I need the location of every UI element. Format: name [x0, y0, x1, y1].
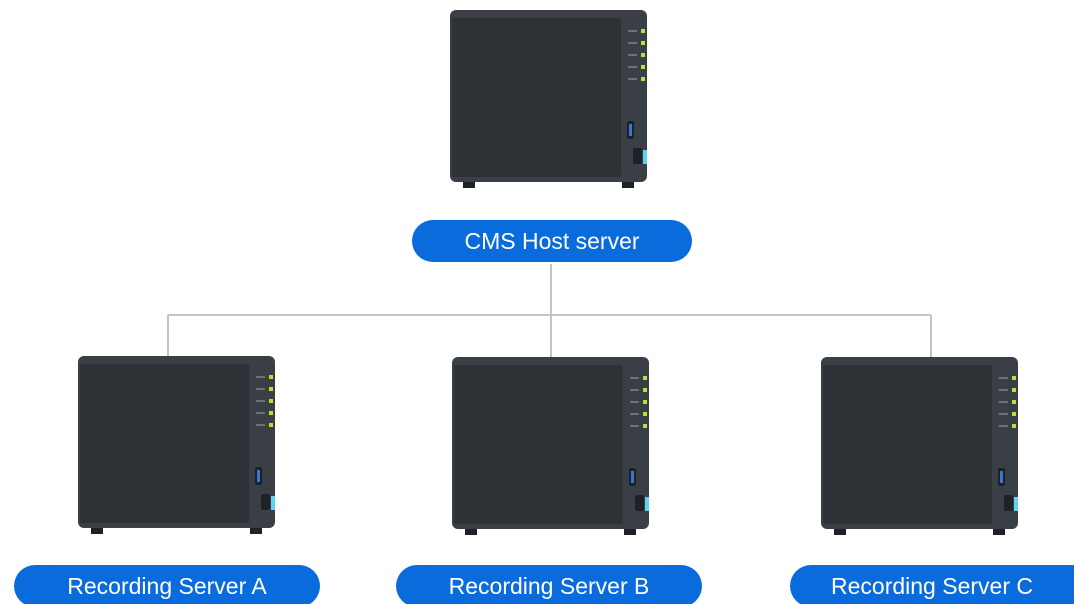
foot-left	[463, 182, 475, 188]
cms-host-server	[450, 10, 647, 190]
power-port	[633, 148, 642, 164]
host-label-pill: CMS Host server	[412, 220, 692, 262]
foot-left	[834, 529, 846, 535]
recording-server-a	[78, 356, 275, 536]
foot-right	[622, 182, 634, 188]
foot-left	[465, 529, 477, 535]
power-port	[1004, 495, 1013, 511]
recorder-label-pill-a: Recording Server A	[14, 565, 320, 604]
recording-server-c	[821, 357, 1018, 537]
foot-right	[624, 529, 636, 535]
nas-server-icon	[821, 357, 1018, 535]
server-front-panel	[823, 365, 992, 524]
power-port	[635, 495, 644, 511]
nas-server-icon	[452, 357, 649, 535]
foot-right	[993, 529, 1005, 535]
recorder-label-pill-b: Recording Server B	[396, 565, 702, 604]
nas-server-icon	[450, 10, 647, 188]
server-front-panel	[454, 365, 623, 524]
foot-left	[91, 528, 103, 534]
recorder-label-pill-c: Recording Server C	[790, 565, 1074, 604]
server-front-panel	[452, 18, 621, 177]
recording-server-b	[452, 357, 649, 537]
network-diagram: CMS Host server Recording Server A Recor…	[0, 0, 1074, 604]
server-front-panel	[80, 364, 249, 523]
foot-right	[250, 528, 262, 534]
power-port	[261, 494, 270, 510]
nas-server-icon	[78, 356, 275, 534]
